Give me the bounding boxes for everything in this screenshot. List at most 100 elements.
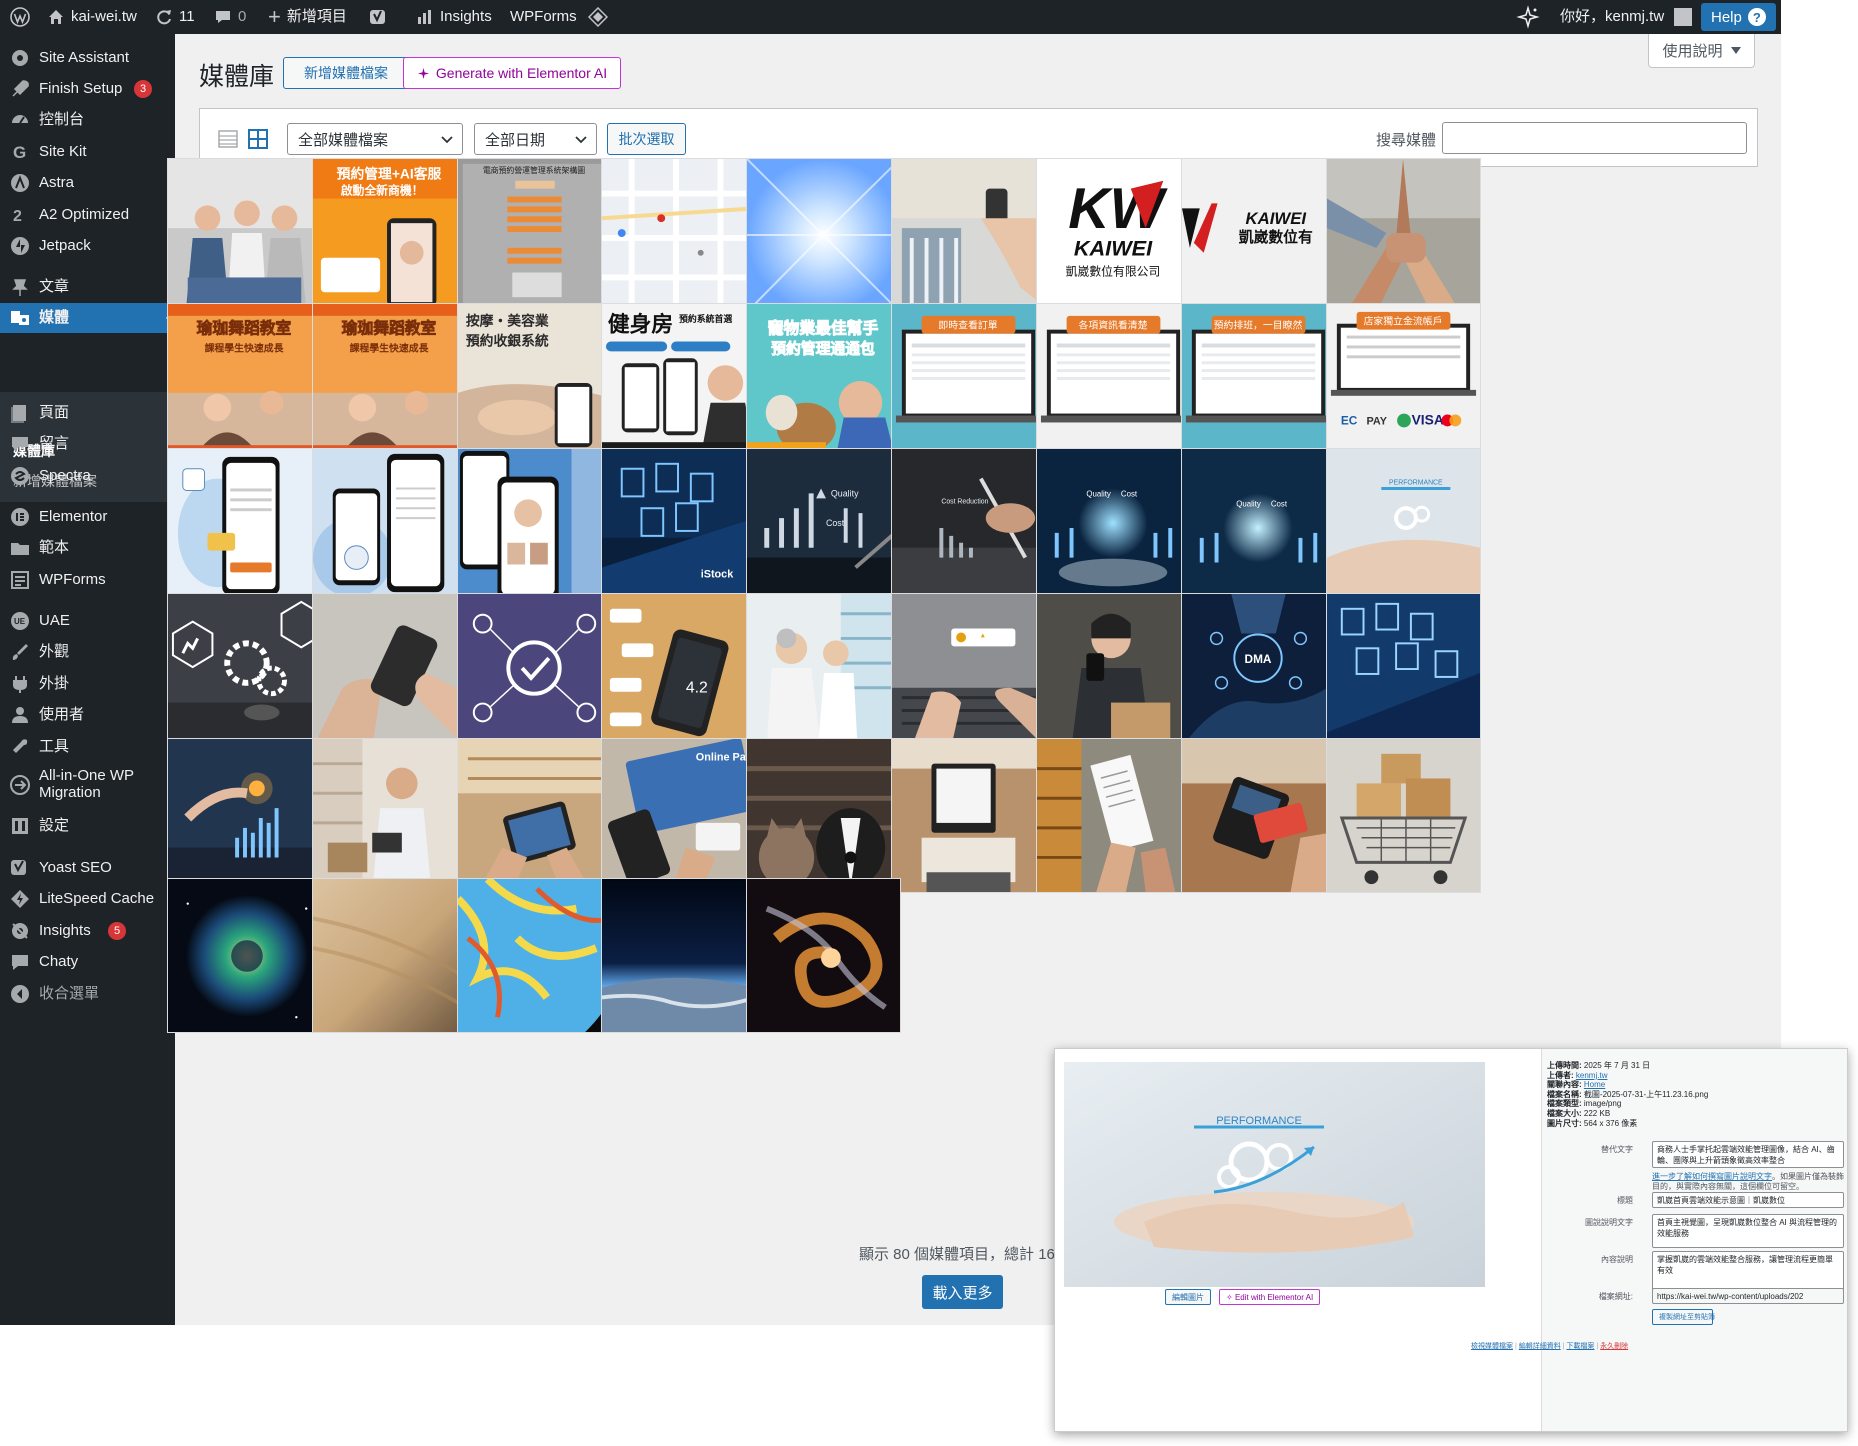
media-thumbnail-light-burst[interactable] xyxy=(746,158,901,313)
sidebar-item-brush[interactable]: 外觀 xyxy=(0,637,175,667)
media-thumbnail-man-tablet-store[interactable] xyxy=(312,738,467,893)
media-thumbnail-planet-surface[interactable] xyxy=(312,878,467,1033)
media-thumbnail-marble-planet[interactable] xyxy=(457,878,612,1033)
attachment-footer-link[interactable]: 檢視媒體檔案 xyxy=(1471,1343,1513,1350)
load-more-button[interactable]: 載入更多 xyxy=(922,1275,1003,1309)
sidebar-item-insights[interactable]: Insights 5 xyxy=(0,916,175,946)
media-thumbnail-yoga-poster-1[interactable]: 瑜珈舞蹈教室 課程學生快速成長 xyxy=(167,303,322,458)
wpforms-menu[interactable]: WPForms xyxy=(510,0,577,34)
sidebar-item-chat[interactable]: Chaty xyxy=(0,947,175,977)
media-thumbnail-phone-ui-2[interactable] xyxy=(312,448,467,603)
sidebar-item-user[interactable]: 使用者 xyxy=(0,700,175,730)
media-thumbnail-review-phone[interactable]: 4.2 xyxy=(601,593,756,748)
media-thumbnail-finger-chart[interactable] xyxy=(167,738,322,893)
media-thumbnail-cart-boxes[interactable] xyxy=(1326,738,1481,893)
media-thumbnail-performance-hand[interactable]: PERFORMANCE xyxy=(1326,448,1481,603)
account-menu[interactable]: 你好，kenmj.tw xyxy=(1560,0,1693,34)
media-thumbnail-nebula[interactable] xyxy=(167,878,322,1033)
sidebar-item-media[interactable]: 媒體 xyxy=(0,303,175,333)
media-thumbnail-cat-dog[interactable] xyxy=(746,738,901,893)
sidebar-item-comment[interactable]: 留言 xyxy=(0,429,175,459)
edit-elementor-ai-button[interactable]: ✧ Edit with Elementor AI xyxy=(1219,1289,1321,1305)
sidebar-item-jetpack[interactable]: Jetpack xyxy=(0,231,175,261)
media-thumbnail-booking-flowchart[interactable]: 電商預約營運管理系統架構圖 xyxy=(457,158,612,313)
media-thumbnail-tablet-shop[interactable] xyxy=(457,738,612,893)
media-thumbnail-keyboard-review[interactable] xyxy=(891,593,1046,748)
diamond-menu[interactable] xyxy=(588,0,608,34)
list-view-icon[interactable] xyxy=(218,129,238,149)
media-thumbnail-kw-logo[interactable]: KW KAIWEI 凱崴數位有限公司 xyxy=(1036,158,1191,313)
add-new-media-button[interactable]: 新增媒體檔案 xyxy=(283,57,409,89)
grid-view-icon[interactable] xyxy=(248,129,268,149)
media-thumbnail-team-hands[interactable] xyxy=(1326,158,1481,313)
media-thumbnail-quality-cost-2[interactable]: Quality Cost xyxy=(1036,448,1191,603)
sidebar-item-spectra[interactable]: Spectra xyxy=(0,461,175,491)
sidebar-item-migration[interactable]: All-in-One WP Migration xyxy=(0,763,175,807)
attachment-footer-link[interactable]: 編輯詳細資料 xyxy=(1519,1343,1561,1350)
caption-field[interactable]: 首頁主視覺圖，呈現凱崴數位整合 AI 與流程管理的效能服務 xyxy=(1652,1214,1844,1248)
media-thumbnail-tech-icons-laptop[interactable]: iStock xyxy=(601,448,756,603)
sidebar-item-litespeed[interactable]: LiteSpeed Cache xyxy=(0,884,175,914)
media-thumbnail-laptop-payment[interactable]: 店家獨立金流帳戶 EC PAY VISA xyxy=(1326,303,1481,458)
insights-menu[interactable]: Insights xyxy=(416,0,492,34)
media-thumbnail-gears-hexagon[interactable] xyxy=(167,593,322,748)
sidebar-item-dashboard[interactable]: 控制台 xyxy=(0,105,175,135)
sidebar-item-plugin[interactable]: 外掛 xyxy=(0,669,175,699)
media-thumbnail-laptop-calendar[interactable]: 預約排班，一目瞭然 xyxy=(1181,303,1336,458)
media-thumbnail-laptop-screen-2[interactable]: 各項資訊看清楚 xyxy=(1036,303,1191,458)
search-media-input[interactable] xyxy=(1442,122,1747,154)
media-thumbnail-woman-phone-shopping[interactable] xyxy=(891,158,1046,313)
sidebar-item-google[interactable]: G Site Kit xyxy=(0,137,175,167)
media-thumbnail-online-payment[interactable]: Online Payme xyxy=(601,738,756,893)
media-thumbnail-pet-poster[interactable]: 寵物業最佳幫手 預約管理通通包 xyxy=(746,303,901,458)
help-button[interactable]: Help ? xyxy=(1701,3,1776,31)
media-thumbnail-galaxy-swirl[interactable] xyxy=(746,878,901,1033)
edit-image-button[interactable]: 編輯圖片 xyxy=(1165,1289,1211,1305)
sidebar-item-a2[interactable]: 2 A2 Optimized xyxy=(0,200,175,230)
date-filter[interactable]: 全部日期 xyxy=(474,123,597,155)
media-thumbnail-hands-phone[interactable] xyxy=(312,593,467,748)
media-thumbnail-earth-horizon[interactable] xyxy=(601,878,756,1033)
sidebar-item-astra[interactable]: Astra xyxy=(0,168,175,198)
media-thumbnail-checkmark-network[interactable] xyxy=(457,593,612,748)
sidebar-item-folder[interactable]: 範本 xyxy=(0,533,175,563)
sidebar-item-rocket[interactable]: Finish Setup 3 xyxy=(0,74,175,104)
yoast-menu[interactable] xyxy=(368,0,388,34)
generate-elementor-ai-button[interactable]: Generate with Elementor AI xyxy=(403,57,621,89)
media-thumbnail-booking-ai-poster[interactable]: 預約管理+AI客服 啟動全新商機！ xyxy=(312,158,467,313)
alt-help-link[interactable]: 進一步了解如何撰寫圖片說明文字 xyxy=(1652,1172,1772,1181)
media-thumbnail-cost-reduction[interactable]: Cost Reduction xyxy=(891,448,1046,603)
sidebar-item-pin[interactable]: 文章 xyxy=(0,272,175,302)
sidebar-item-page[interactable]: 頁面 xyxy=(0,398,175,428)
sidebar-item-site-assistant[interactable]: Site Assistant xyxy=(0,43,175,73)
media-thumbnail-phone-ui-1[interactable] xyxy=(167,448,322,603)
delete-permanently-link[interactable]: 永久刪除 xyxy=(1600,1343,1628,1350)
media-thumbnail-pos-terminal[interactable] xyxy=(891,738,1046,893)
sidebar-item-wrench[interactable]: 工具 xyxy=(0,732,175,762)
file-url-field[interactable]: https://kai-wei.tw/wp-content/uploads/20… xyxy=(1652,1288,1844,1304)
wordpress-logo-icon[interactable] xyxy=(10,0,30,34)
meta-value[interactable]: kenmj.tw xyxy=(1576,1071,1608,1080)
media-thumbnail-massage-poster[interactable]: 按摩・美容業 預約收銀系統 xyxy=(457,303,612,458)
media-thumbnail-gym-poster[interactable]: 健身房 預約系統首選 xyxy=(601,303,756,458)
bulk-select-button[interactable]: 批次選取 xyxy=(607,123,686,155)
media-thumbnail-kaiwei-logo-banner[interactable]: KAIWEI 凱崴數位有 xyxy=(1181,158,1336,313)
sidebar-item-collapse[interactable]: 收合選單 xyxy=(0,979,175,1009)
media-thumbnail-pharmacy[interactable] xyxy=(746,593,901,748)
media-thumbnail-phone-ui-3[interactable] xyxy=(457,448,612,603)
sidebar-item-wpforms[interactable]: WPForms xyxy=(0,565,175,595)
alt-text-field[interactable]: 商務人士手掌托起雲端效能管理圖像，結合 AI、齒輪、團隊與上升箭頭象徵高效率整合 xyxy=(1652,1141,1844,1168)
media-type-filter[interactable]: 全部媒體檔案 xyxy=(287,123,463,155)
new-item-menu[interactable]: + 新增項目 xyxy=(268,0,347,34)
title-field[interactable]: 凱崴首頁雲端效能示意圖｜凱崴數位 xyxy=(1652,1192,1844,1208)
copy-url-button[interactable]: 複製網址至剪貼簿 xyxy=(1652,1309,1715,1325)
media-thumbnail-tech-icons-2[interactable] xyxy=(1326,593,1481,748)
attachment-footer-link[interactable]: 下載檔案 xyxy=(1566,1343,1594,1350)
media-thumbnail-yoga-poster-2[interactable]: 瑜珈舞蹈教室 課程學生快速成長 xyxy=(312,303,467,458)
meta-value[interactable]: Home xyxy=(1584,1080,1605,1089)
media-thumbnail-woman-package[interactable] xyxy=(1036,593,1191,748)
ai-sparkle-menu[interactable] xyxy=(1516,0,1540,34)
media-thumbnail-laptop-screen-1[interactable]: 即時查看訂單 xyxy=(891,303,1046,458)
media-thumbnail-map-screenshot[interactable] xyxy=(601,158,756,313)
updates-menu[interactable]: 11 xyxy=(155,0,195,34)
